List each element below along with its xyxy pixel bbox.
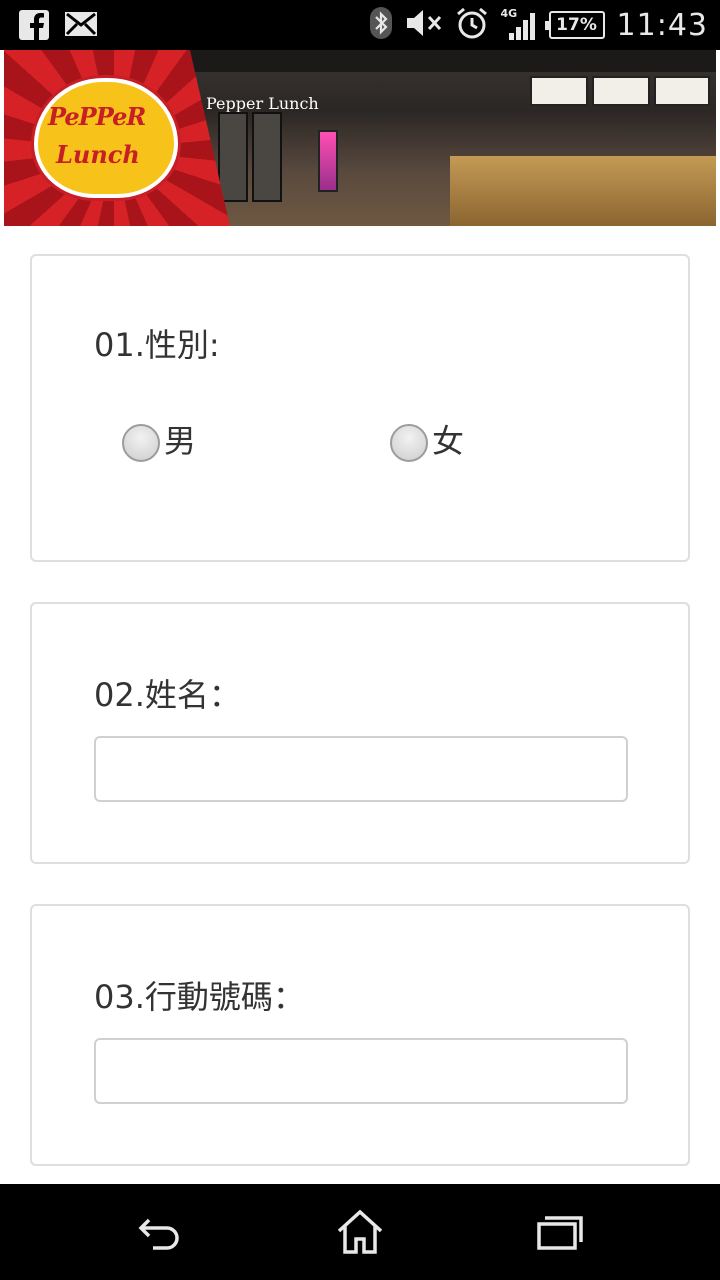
alarm-icon [455,6,489,44]
clock: 11:43 [616,7,708,43]
logo-text-top: PePPeR [48,102,146,131]
question-card-name: 02.姓名： [30,602,690,864]
store-banner: Pepper Lunch PePPeR Lunch [4,50,716,226]
question-label-mobile: 03.行動號碼： [94,978,305,1016]
signal-icon: 4G [501,7,537,41]
question-label-gender: 01.性別: [94,326,220,364]
recent-apps-icon [537,1216,583,1250]
radio-label-male: 男 [164,422,197,460]
radio-label-female: 女 [432,422,465,460]
mobile-input[interactable] [94,1038,628,1104]
back-icon [138,1218,179,1250]
store-photo: Pepper Lunch [190,50,716,226]
logo-text-bottom: Lunch [56,140,140,169]
pepper-lunch-logo: PePPeR Lunch [34,78,178,198]
gender-radio-male[interactable]: 男 [122,422,196,462]
question-card-gender: 01.性別: 男 女 [30,254,690,562]
facebook-icon [18,9,50,45]
display-screen [318,130,338,192]
status-bar: 4G 17% 11:43 [0,0,720,50]
home-button[interactable] [330,1204,390,1260]
recent-apps-button[interactable] [530,1204,590,1260]
battery-level: 17% [556,15,597,35]
home-icon [337,1209,383,1254]
email-icon [64,9,98,45]
name-input[interactable] [94,736,628,802]
mute-icon [405,8,443,42]
bluetooth-icon [369,6,393,44]
battery-icon: 17% [544,11,605,39]
navigation-bar [0,1184,720,1280]
counter [450,156,716,226]
back-button[interactable] [130,1204,190,1260]
gender-radio-female[interactable]: 女 [390,422,464,462]
radio-button-icon[interactable] [122,424,160,462]
radio-button-icon[interactable] [390,424,428,462]
store-sign: Pepper Lunch [206,94,319,113]
question-label-name: 02.姓名： [94,676,241,714]
question-card-mobile: 03.行動號碼： [30,904,690,1166]
